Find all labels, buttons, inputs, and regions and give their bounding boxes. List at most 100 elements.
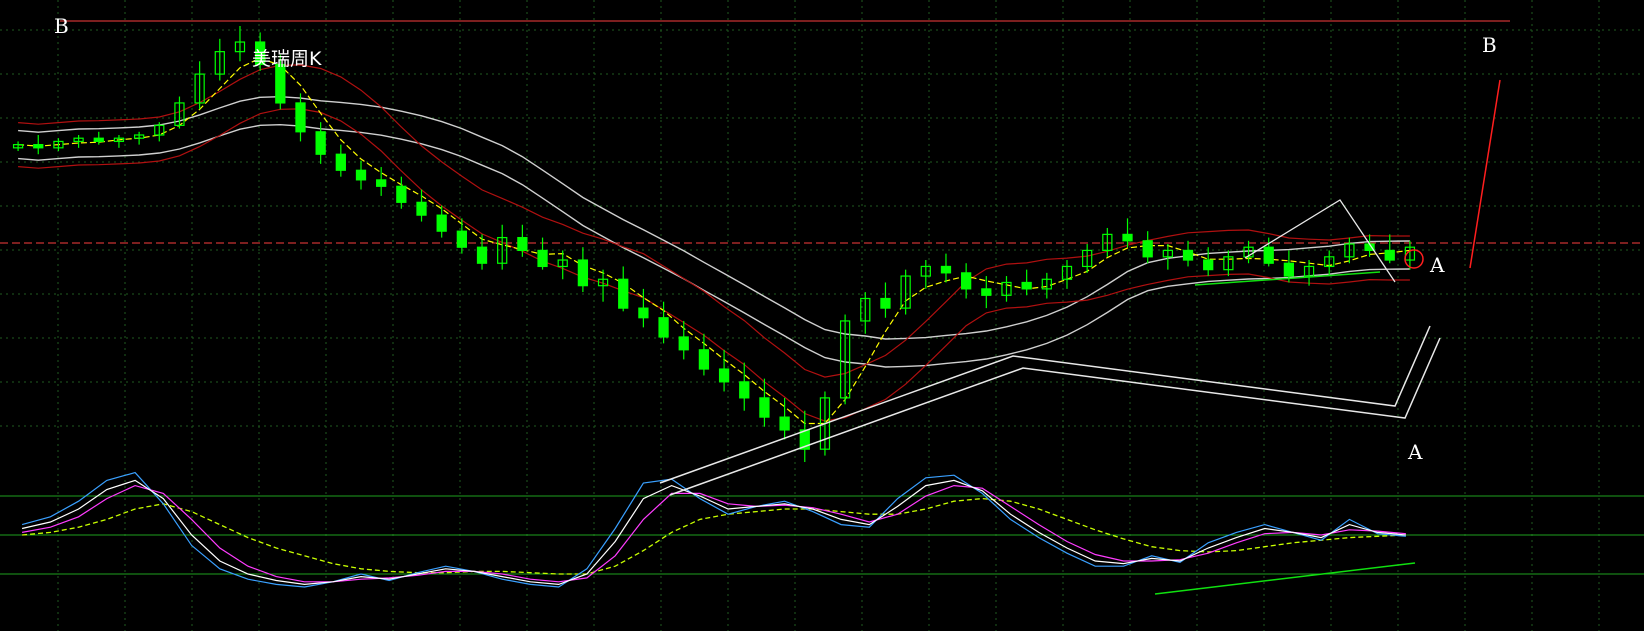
candle [1001, 276, 1012, 302]
candle-body [1283, 262, 1295, 277]
candle [1324, 250, 1335, 277]
wave-label-b-left: B [54, 14, 69, 38]
candle [557, 250, 568, 280]
oscillator-panel [0, 471, 1644, 588]
candle-body [295, 102, 306, 133]
candle-body [93, 137, 104, 143]
candle [718, 349, 730, 392]
oscillator-signal-line [22, 497, 1406, 575]
candle [678, 320, 689, 360]
candle-body [940, 265, 952, 274]
candle-body [416, 201, 427, 216]
candle [638, 288, 649, 328]
candle [436, 205, 447, 238]
candle [12, 141, 24, 152]
candle-series [12, 26, 1416, 462]
candle [1021, 269, 1032, 296]
band-red-upper [18, 64, 1410, 378]
candle-body [698, 349, 710, 370]
candle [597, 269, 609, 302]
indicator-bands [18, 57, 1410, 425]
candle [759, 378, 770, 427]
candle-body [658, 317, 669, 338]
candle [154, 122, 165, 142]
candle [1061, 260, 1073, 289]
candle-body [981, 288, 992, 296]
candle-body [779, 416, 790, 431]
candle [1142, 231, 1153, 264]
candle-body [315, 131, 326, 155]
candle [1162, 244, 1173, 270]
chart-canvas [0, 0, 1644, 631]
candle [1082, 244, 1093, 273]
candle-body [1142, 240, 1153, 258]
candle [739, 362, 750, 411]
band-white-lower [18, 123, 1410, 368]
band-red-lower [18, 108, 1410, 422]
candle [1384, 234, 1395, 264]
candle [537, 237, 548, 270]
oscillator-d-line [21, 484, 1406, 583]
candle [698, 333, 710, 376]
candle [113, 135, 125, 148]
candle-body [718, 368, 730, 383]
candle [376, 167, 387, 196]
candle-body [577, 259, 589, 287]
wave-label-b-right: B [1482, 33, 1497, 57]
candle [940, 253, 952, 283]
candle [961, 263, 972, 299]
candle [839, 314, 851, 405]
candle [133, 131, 145, 145]
candle [456, 218, 467, 254]
ma-yellow-line [18, 57, 1410, 425]
candle [476, 234, 488, 270]
candle [880, 282, 891, 318]
candle [214, 38, 225, 81]
wave-channel-upper [659, 325, 1431, 484]
candle [355, 160, 367, 190]
candle-body [396, 185, 407, 203]
candle-body [880, 297, 891, 309]
wave-label-a-upper: A [1430, 253, 1445, 277]
wave-label-a-lower: A [1408, 440, 1423, 464]
projection-line [1469, 79, 1501, 269]
candle [295, 93, 306, 142]
candle-body [33, 144, 44, 149]
candle-body [1021, 281, 1032, 290]
candle-body [376, 179, 387, 187]
candle-body [456, 230, 467, 248]
candle-body [355, 169, 367, 181]
candle [497, 224, 508, 270]
candle [517, 224, 528, 257]
candle [1364, 234, 1375, 257]
candle [73, 135, 84, 148]
candle-body [1263, 246, 1274, 264]
candle-body [638, 307, 649, 319]
candle-body [1203, 259, 1214, 271]
candle [234, 26, 246, 62]
candle [33, 135, 44, 155]
candle-body [1384, 249, 1395, 261]
candle-body [537, 249, 548, 268]
candle-body [476, 246, 488, 264]
candle-body [1182, 249, 1194, 261]
candle-body [517, 236, 528, 252]
candle [577, 247, 589, 293]
candle-body [739, 381, 750, 399]
candle-body [1122, 233, 1133, 242]
candle [618, 266, 629, 312]
candle [799, 410, 810, 462]
candle [396, 176, 407, 209]
candle-body [961, 272, 972, 290]
candle-body [678, 336, 689, 351]
candle-body [618, 278, 629, 309]
candle [1223, 250, 1234, 277]
candle [335, 144, 346, 177]
candle [900, 269, 911, 315]
candle [1182, 240, 1194, 267]
candle-body [436, 214, 447, 232]
candle-body [759, 397, 770, 418]
candle [1203, 247, 1214, 277]
candle [1041, 272, 1052, 299]
candle-body [335, 153, 346, 171]
